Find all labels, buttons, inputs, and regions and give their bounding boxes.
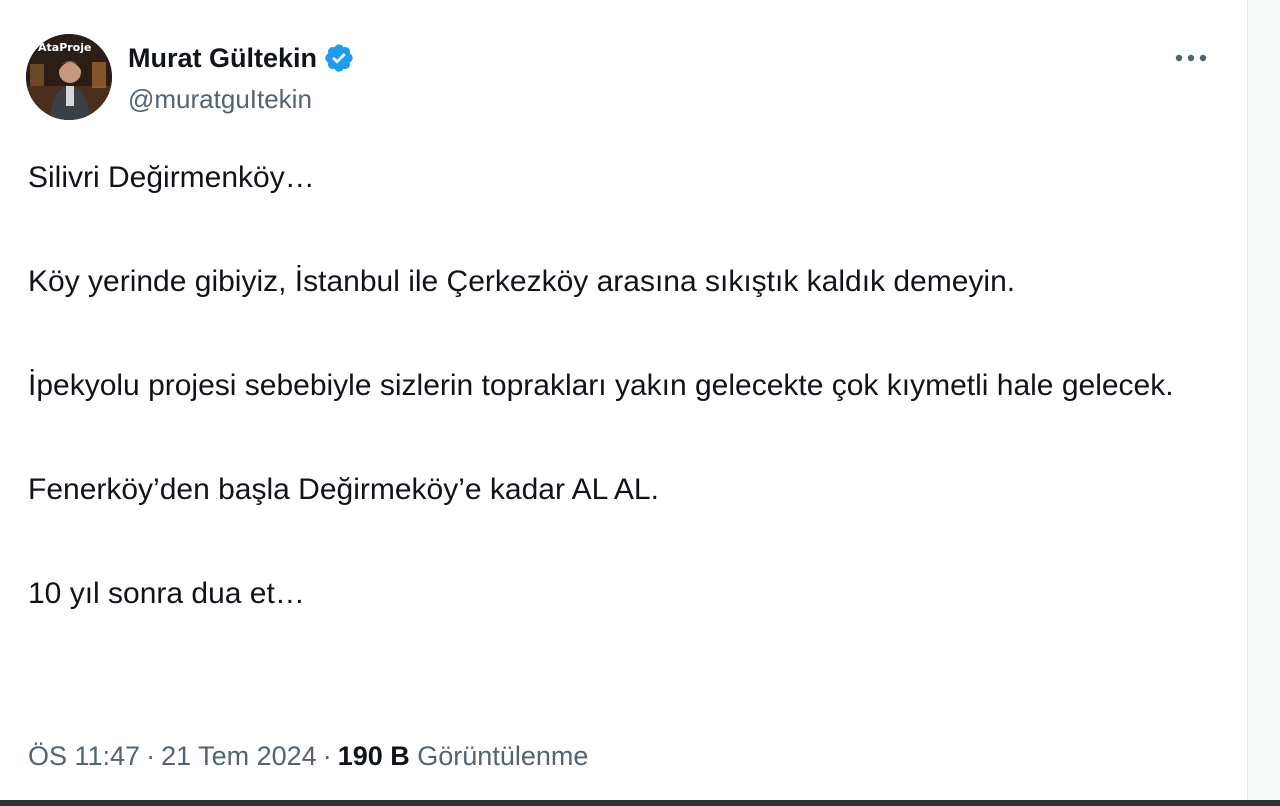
- more-horizontal-icon: [1175, 54, 1207, 62]
- tweet-time[interactable]: ÖS 11:47: [28, 741, 140, 771]
- bottom-border: [0, 800, 1280, 806]
- meta-separator: ·: [322, 741, 332, 771]
- tweet-card: AtaProje Murat Gültekin @muratguItekin S…: [0, 0, 1247, 806]
- verified-badge-icon[interactable]: [323, 42, 355, 74]
- tweet-paragraph: Silivri Değirmenköy…: [28, 161, 315, 194]
- views-label: Görüntülenme: [417, 741, 589, 771]
- meta-separator: ·: [146, 741, 156, 771]
- avatar[interactable]: AtaProje: [26, 34, 112, 120]
- display-name[interactable]: Murat Gültekin: [128, 40, 317, 76]
- tweet-paragraph: Fenerköy’den başla Değirmeköy’e kadar AL…: [28, 473, 659, 506]
- author-row: Murat Gültekin: [128, 40, 355, 76]
- tweet-date[interactable]: 21 Tem 2024: [161, 741, 317, 771]
- avatar-logo-text: AtaProje: [38, 41, 91, 54]
- views-count: 190 B: [337, 741, 410, 771]
- tweet-paragraph: Köy yerinde gibiyiz, İstanbul ile Çerkez…: [28, 265, 1016, 298]
- avatar-image: AtaProje: [26, 34, 112, 120]
- tweet-paragraph: İpekyolu projesi sebebiyle sizlerin topr…: [28, 369, 1174, 402]
- tweet-meta: ÖS 11:47 · 21 Tem 2024 · 190 B Görüntülenme: [28, 734, 588, 778]
- more-options-button[interactable]: [1168, 40, 1214, 76]
- tweet-paragraph: 10 yıl sonra dua et…: [28, 577, 305, 610]
- username[interactable]: @muratguItekin: [128, 82, 312, 116]
- page-gutter: [1248, 0, 1280, 806]
- tweet-text: Silivri Değirmenköy… Köy yerinde gibiyiz…: [28, 152, 1218, 620]
